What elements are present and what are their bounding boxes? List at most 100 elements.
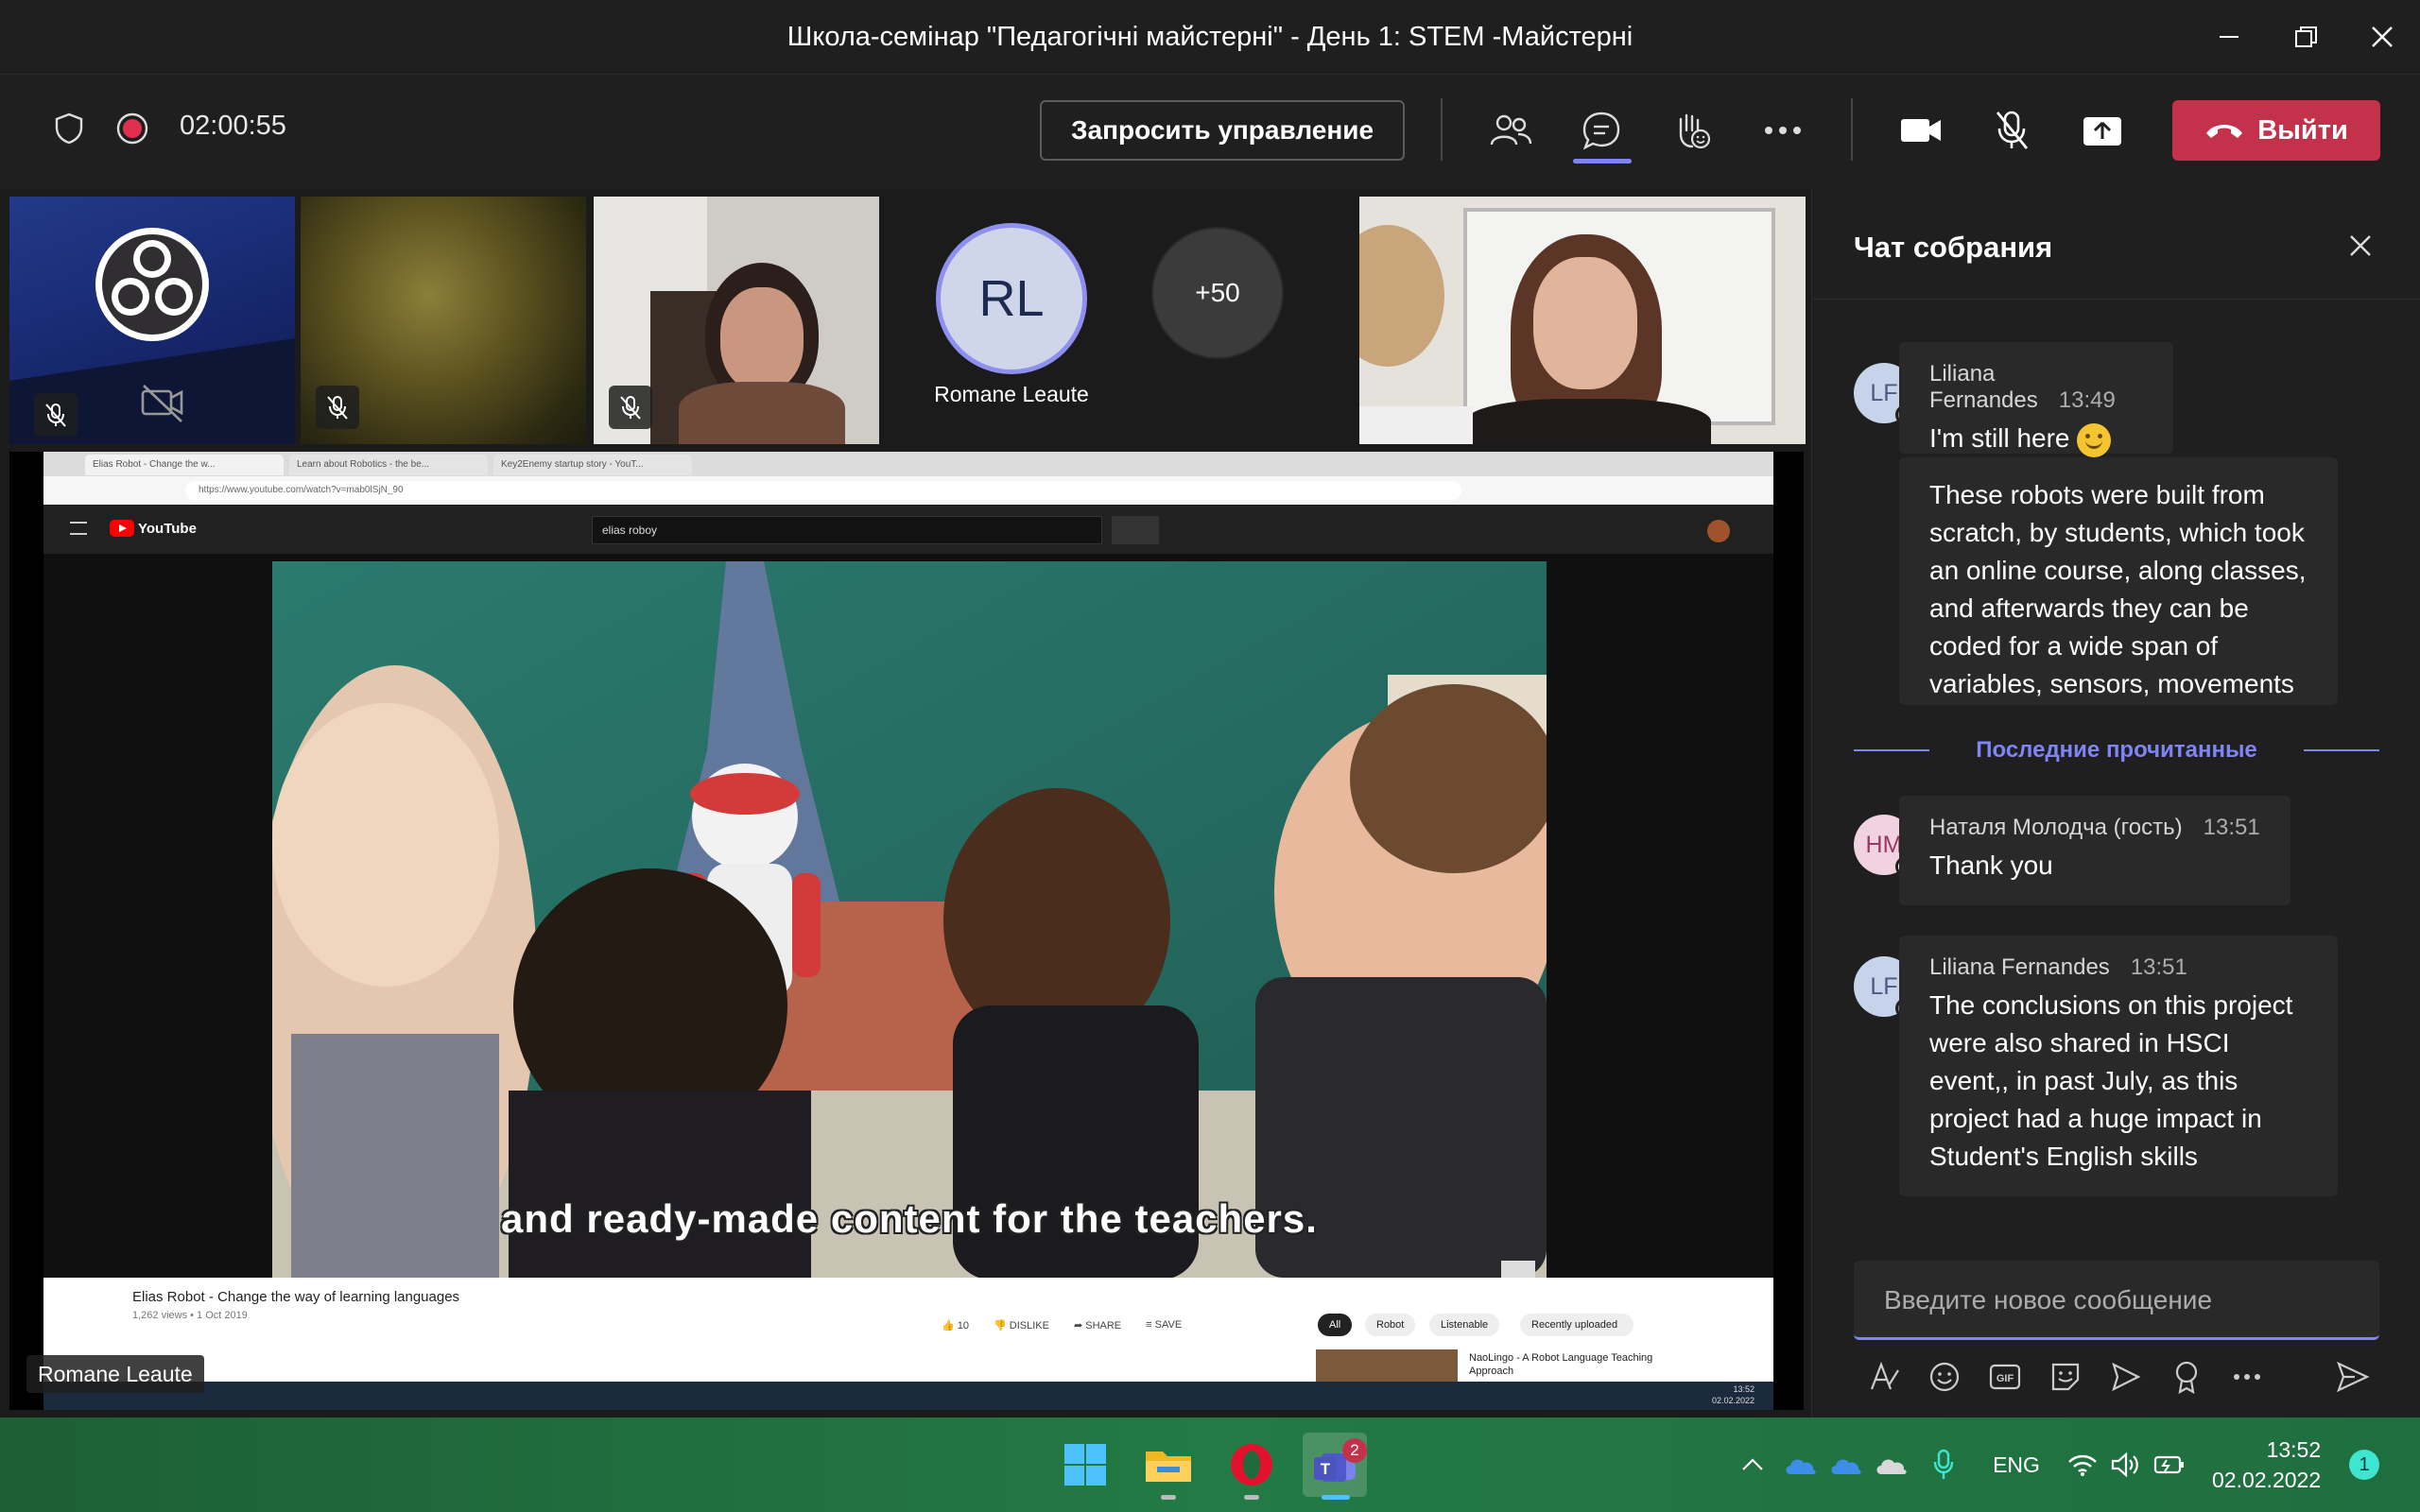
notification-center-badge[interactable]: 1: [2349, 1450, 2379, 1480]
last-read-divider: Последние прочитанные: [1854, 731, 2379, 769]
mic-off-indicator: [316, 386, 359, 429]
shared-browser-window: Elias Robot - Change the w... Learn abou…: [43, 452, 1773, 1410]
participant-tile-obs[interactable]: [9, 197, 295, 444]
opera-icon: [1231, 1444, 1272, 1486]
minimize-button[interactable]: [2191, 0, 2267, 74]
teams-notification-badge: 2: [1342, 1438, 1367, 1463]
shared-taskbar: 13:52 02.02.2022: [43, 1382, 1773, 1410]
show-hidden-icons-button[interactable]: [1736, 1442, 1770, 1487]
shared-screen[interactable]: Elias Robot - Change the w... Learn abou…: [9, 452, 1804, 1410]
participant-name: Romane Leaute: [934, 382, 1089, 406]
send-icon: [2337, 1361, 2370, 1393]
video-views: 1,262 views • 1 Oct 2019: [132, 1310, 248, 1321]
youtube-wordmark: YouTube: [138, 520, 197, 537]
chip: Listenable: [1429, 1314, 1500, 1336]
chevron-up-icon: [1742, 1458, 1763, 1470]
close-icon: [2350, 235, 2371, 256]
onedrive-personal-icon[interactable]: [1872, 1442, 1910, 1487]
camera-button[interactable]: [1896, 106, 1945, 155]
onedrive-icon-2[interactable]: [1826, 1442, 1864, 1487]
microphone-tray-icon[interactable]: [1925, 1442, 1962, 1487]
more-icon: [1765, 127, 1801, 134]
active-indicator: [1322, 1495, 1350, 1500]
video-player: and ready-made content for the teachers.: [272, 561, 1547, 1278]
share-screen-button[interactable]: [2078, 106, 2127, 155]
participant-tile-4[interactable]: [1359, 197, 1806, 444]
taskbar-file-explorer[interactable]: [1136, 1433, 1201, 1497]
participants-button[interactable]: [1486, 106, 1535, 155]
browser-tab-bar: Elias Robot - Change the w... Learn abou…: [43, 452, 1773, 476]
svg-text:GIF: GIF: [1996, 1373, 2014, 1384]
chip: Robot: [1365, 1314, 1416, 1336]
window-title: Школа-семінар "Педагогічні майстерні" - …: [786, 21, 1634, 52]
chat-button[interactable]: [1577, 106, 1626, 155]
mic-off-indicator: [609, 386, 652, 429]
schedule-send-button[interactable]: [2105, 1353, 2147, 1400]
request-control-button[interactable]: Запросить управление: [1040, 100, 1405, 161]
video-subtitle: and ready-made content for the teachers.: [501, 1196, 1318, 1241]
send-later-icon: [2112, 1362, 2141, 1392]
chat-message[interactable]: Наталя Молодча (гость) 13:51 Thank you: [1899, 796, 2290, 905]
shield-icon[interactable]: [51, 110, 87, 147]
message-author: Liliana Fernandes: [1929, 954, 2110, 980]
format-icon: [1870, 1361, 1899, 1390]
battery-icon[interactable]: [2152, 1442, 2187, 1487]
running-indicator: [1161, 1495, 1176, 1500]
more-compose-options-button[interactable]: [2226, 1353, 2268, 1400]
more-participants-button[interactable]: +50: [1151, 227, 1284, 359]
participant-tile-2[interactable]: [301, 197, 586, 444]
chat-active-indicator: [1573, 159, 1632, 163]
sticker-button[interactable]: [2045, 1353, 2086, 1400]
compose-toolbar: GIF: [1854, 1353, 2379, 1400]
clock-time: 13:52: [2266, 1437, 2322, 1462]
volume-icon[interactable]: [2108, 1442, 2144, 1487]
participant-face: [720, 287, 804, 391]
dislike-label: 👎 DISLIKE: [994, 1320, 1049, 1332]
folder-icon: [1146, 1452, 1191, 1482]
chat-message[interactable]: These robots were built from scratch, by…: [1899, 457, 2338, 705]
windows-start-icon: [1064, 1444, 1106, 1486]
gif-button[interactable]: GIF: [1984, 1353, 2026, 1400]
wifi-icon[interactable]: [2065, 1442, 2100, 1487]
send-button[interactable]: [2332, 1353, 2374, 1400]
more-options-button[interactable]: [1758, 106, 1807, 155]
praise-icon: [2175, 1361, 2198, 1394]
url-field: https://www.youtube.com/watch?v=mab0lSjN…: [185, 481, 1461, 500]
praise-button[interactable]: [2166, 1353, 2207, 1400]
participant-tile-rl[interactable]: RL Romane Leaute +50: [887, 197, 1352, 444]
meeting-timer: 02:00:55: [180, 111, 286, 141]
leave-button[interactable]: Выйти: [2172, 100, 2380, 161]
shared-clock: 13:52 02.02.2022: [1711, 1384, 1754, 1405]
message-text: I'm still here: [1929, 423, 2070, 453]
input-language[interactable]: ENG: [1983, 1442, 2049, 1487]
participant-tile-3[interactable]: [594, 197, 879, 444]
onedrive-business-icon[interactable]: [1781, 1442, 1819, 1487]
browser-address-bar: https://www.youtube.com/watch?v=mab0lSjN…: [43, 476, 1773, 505]
taskbar-opera[interactable]: [1219, 1433, 1284, 1497]
emoji-button[interactable]: [1924, 1353, 1965, 1400]
close-window-button[interactable]: [2344, 0, 2420, 74]
chat-message[interactable]: Liliana Fernandes 13:51 The conclusions o…: [1899, 936, 2338, 1196]
start-button[interactable]: [1053, 1433, 1117, 1497]
save-label: ≡ SAVE: [1146, 1319, 1183, 1331]
system-clock[interactable]: 13:52 02.02.2022: [2212, 1435, 2321, 1495]
youtube-search-box: elias roboy: [592, 516, 1102, 544]
microphone-button[interactable]: [1987, 106, 2036, 155]
chat-header-divider: [1812, 299, 2420, 300]
mic-off-icon: [620, 396, 641, 420]
clock-date: 02.02.2022: [2212, 1468, 2322, 1492]
youtube-play-icon: [110, 520, 134, 537]
message-input[interactable]: Введите новое сообщение: [1854, 1261, 2379, 1340]
browser-tab: Learn about Robotics - the be...: [289, 455, 488, 475]
close-icon: [2372, 26, 2393, 47]
close-chat-button[interactable]: [2342, 227, 2379, 265]
toolbar-divider-2: [1851, 98, 1853, 161]
video-actions: 👍 10 👎 DISLIKE ➦ SHARE ≡ SAVE: [942, 1319, 1182, 1332]
participant-face: [1533, 257, 1637, 389]
running-indicator: [1244, 1495, 1259, 1500]
restore-button[interactable]: [2269, 0, 2344, 74]
reactions-button[interactable]: [1668, 106, 1717, 155]
hang-up-icon: [2206, 125, 2243, 138]
chat-message[interactable]: Liliana Fernandes 13:49 I'm still here: [1899, 342, 2173, 457]
format-button[interactable]: [1863, 1353, 1905, 1400]
